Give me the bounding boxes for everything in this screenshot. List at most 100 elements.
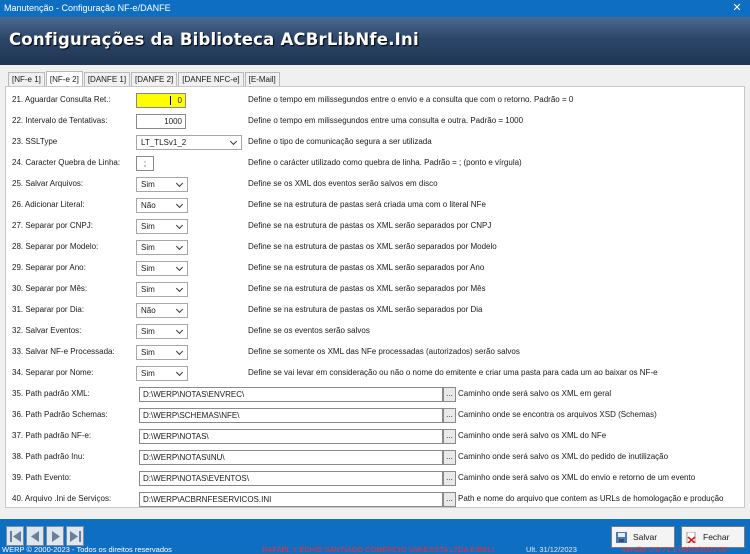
setting-description: Define o tempo em milissegundos entre um…	[248, 116, 524, 125]
next-record-button[interactable]	[46, 526, 64, 546]
close-icon[interactable]: ✕	[724, 0, 750, 17]
setting-label: 21. Aguardar Consulta Ret.:	[12, 95, 111, 104]
tab-danfe-2[interactable]: [DANFE 2]	[131, 72, 178, 86]
setting-row-sep-dia: 31. Separar por Dia: Não Define se na es…	[6, 300, 746, 321]
last-update-text: Ult. 31/12/2023	[526, 546, 577, 554]
path-xml-input[interactable]: D:\WERP\NOTAS\ENVREC\	[139, 387, 443, 402]
browse-button[interactable]: ...	[443, 471, 456, 486]
setting-label: 34. Separar por Nome:	[12, 368, 94, 377]
browse-button[interactable]: ...	[443, 387, 456, 402]
separar-modelo-select[interactable]: Sim	[136, 240, 188, 255]
separar-dia-select[interactable]: Não	[136, 303, 188, 318]
previous-icon	[31, 531, 39, 542]
browse-button[interactable]: ...	[443, 408, 456, 423]
setting-label: 36. Path Padrão Schemas:	[12, 410, 108, 419]
browse-button[interactable]: ...	[443, 492, 456, 507]
version-text: Versão: 2.0.71.1 09/02/2023 05	[622, 546, 727, 554]
salvar-button[interactable]: Salvar	[611, 526, 675, 548]
fechar-button[interactable]: Fechar	[681, 526, 745, 548]
setting-description: Caminho onde se encontra os arquivos XSD…	[458, 410, 657, 419]
separar-cnpj-select[interactable]: Sim	[136, 219, 188, 234]
path-servicos-input[interactable]: D:\WERP\ACBRNFESERVICOS.INI	[139, 492, 443, 507]
setting-label: 28. Separar por Modelo:	[12, 242, 99, 251]
close-doc-icon	[686, 532, 696, 543]
setting-description: Define o carácter utilizado como quebra …	[248, 158, 522, 167]
salvar-arquivos-select[interactable]: Sim	[136, 177, 188, 192]
chevron-down-icon	[175, 347, 184, 356]
separar-mes-select[interactable]: Sim	[136, 282, 188, 297]
next-icon	[52, 531, 60, 542]
setting-row-salvar-eventos: 32. Salvar Eventos: Sim Define se os eve…	[6, 321, 746, 342]
browse-button[interactable]: ...	[443, 450, 456, 465]
tab-strip: [NF-e 1] [NF-e 2] [DANFE 1] [DANFE 2] [D…	[8, 71, 281, 87]
copyright-text: WERP © 2000-2023 - Todos os direitos res…	[2, 546, 172, 554]
setting-label: 38. Path padrão Inu:	[12, 452, 85, 461]
first-record-button[interactable]	[6, 526, 24, 546]
tab-danfe-nfce[interactable]: [DANFE NFC-e]	[178, 72, 244, 86]
save-icon	[616, 532, 627, 543]
setting-description: Define se vai levar em consideração ou n…	[248, 368, 658, 377]
salvar-label: Salvar	[633, 532, 658, 542]
chevron-down-icon	[175, 179, 184, 188]
path-schemas-input[interactable]: D:\WERP\SCHEMAS\NFE\	[139, 408, 443, 423]
text-caret	[170, 96, 171, 105]
setting-label: 25. Salvar Arquivos:	[12, 179, 84, 188]
setting-row-path-xml: 35. Path padrão XML: D:\WERP\NOTAS\ENVRE…	[6, 384, 746, 405]
setting-label: 29. Separar por Ano:	[12, 263, 86, 272]
setting-label: 33. Salvar NF-e Processada:	[12, 347, 115, 356]
last-record-button[interactable]	[66, 526, 84, 546]
setting-label: 32. Salvar Eventos:	[12, 326, 82, 335]
separar-ano-select[interactable]: Sim	[136, 261, 188, 276]
tab-email[interactable]: [E-Mail]	[244, 72, 280, 86]
chevron-down-icon	[175, 200, 184, 209]
aguardar-consulta-input[interactable]: 0	[136, 93, 186, 108]
setting-row-sep-nome: 34. Separar por Nome: Sim Define se vai …	[6, 363, 746, 384]
separar-nome-select[interactable]: Sim	[136, 366, 188, 381]
chevron-down-icon	[175, 221, 184, 230]
setting-label: 26. Adicionar Literal:	[12, 200, 85, 209]
status-bar: WERP © 2000-2023 - Todos os direitos res…	[0, 546, 750, 554]
salvar-processada-select[interactable]: Sim	[136, 345, 188, 360]
previous-record-button[interactable]	[26, 526, 44, 546]
ssl-type-select[interactable]: LT_TLSv1_2	[136, 135, 242, 150]
setting-row-path-schemas: 36. Path Padrão Schemas: D:\WERP\SCHEMAS…	[6, 405, 746, 426]
chevron-down-icon	[175, 368, 184, 377]
setting-description: Define se os eventos serão salvos	[248, 326, 370, 335]
browse-button[interactable]: ...	[443, 429, 456, 444]
page-title: Configurações da Biblioteca ACBrLibNfe.I…	[9, 30, 419, 49]
tab-nfe-1[interactable]: [NF-e 1]	[8, 72, 45, 86]
tab-nfe-2[interactable]: [NF-e 2]	[45, 71, 83, 86]
setting-row-salvar-arquivos: 25. Salvar Arquivos: Sim Define se os XM…	[6, 174, 746, 195]
last-icon	[70, 531, 81, 542]
setting-row-sep-cnpj: 27. Separar por CNPJ: Sim Define se na e…	[6, 216, 746, 237]
setting-label: 39. Path Evento:	[12, 473, 72, 482]
setting-row-sep-mes: 30. Separar por Mês: Sim Define se na es…	[6, 279, 746, 300]
setting-description: Define se na estrutura de pastas os XML …	[248, 263, 485, 272]
setting-description: Define se na estrutura de pastas os XML …	[248, 221, 492, 230]
salvar-eventos-select[interactable]: Sim	[136, 324, 188, 339]
setting-description: Caminho onde será salvo os XML do NFe	[458, 431, 607, 440]
setting-description: Define se somente os XML das NFe process…	[248, 347, 520, 356]
path-evento-input[interactable]: D:\WERP\NOTAS\EVENTOS\	[139, 471, 443, 486]
setting-label: 27. Separar por CNPJ:	[12, 221, 93, 230]
chevron-down-icon	[175, 326, 184, 335]
intervalo-tentativas-input[interactable]: 1000	[136, 114, 186, 129]
setting-row-path-inu: 38. Path padrão Inu: D:\WERP\NOTAS\INU\ …	[6, 447, 746, 468]
settings-panel: 21. Aguardar Consulta Ret.: 0 Define o t…	[5, 86, 745, 508]
setting-description: Path e nome do arquivo que contem as URL…	[458, 494, 724, 503]
setting-label: 24. Caracter Quebra de Linha:	[12, 158, 121, 167]
setting-row-path-nfe: 37. Path padrão NF-e: D:\WERP\NOTAS\ ...…	[6, 426, 746, 447]
setting-label: 23. SSLType	[12, 137, 58, 146]
tab-danfe-1[interactable]: [DANFE 1]	[83, 72, 131, 86]
first-icon	[10, 531, 21, 542]
chevron-down-icon	[229, 137, 238, 146]
setting-row-sep-ano: 29. Separar por Ano: Sim Define se na es…	[6, 258, 746, 279]
path-inu-input[interactable]: D:\WERP\NOTAS\INU\	[139, 450, 443, 465]
setting-row-intervalo: 22. Intervalo de Tentativas: 1000 Define…	[6, 111, 746, 132]
setting-label: 40. Arquivo .Ini de Serviços:	[12, 494, 112, 503]
quebra-linha-input[interactable]: ;	[136, 156, 154, 171]
setting-row-ssl: 23. SSLType LT_TLSv1_2 Define o tipo de …	[6, 132, 746, 153]
setting-label: 30. Separar por Mês:	[12, 284, 88, 293]
adicionar-literal-select[interactable]: Não	[136, 198, 188, 213]
path-nfe-input[interactable]: D:\WERP\NOTAS\	[139, 429, 443, 444]
